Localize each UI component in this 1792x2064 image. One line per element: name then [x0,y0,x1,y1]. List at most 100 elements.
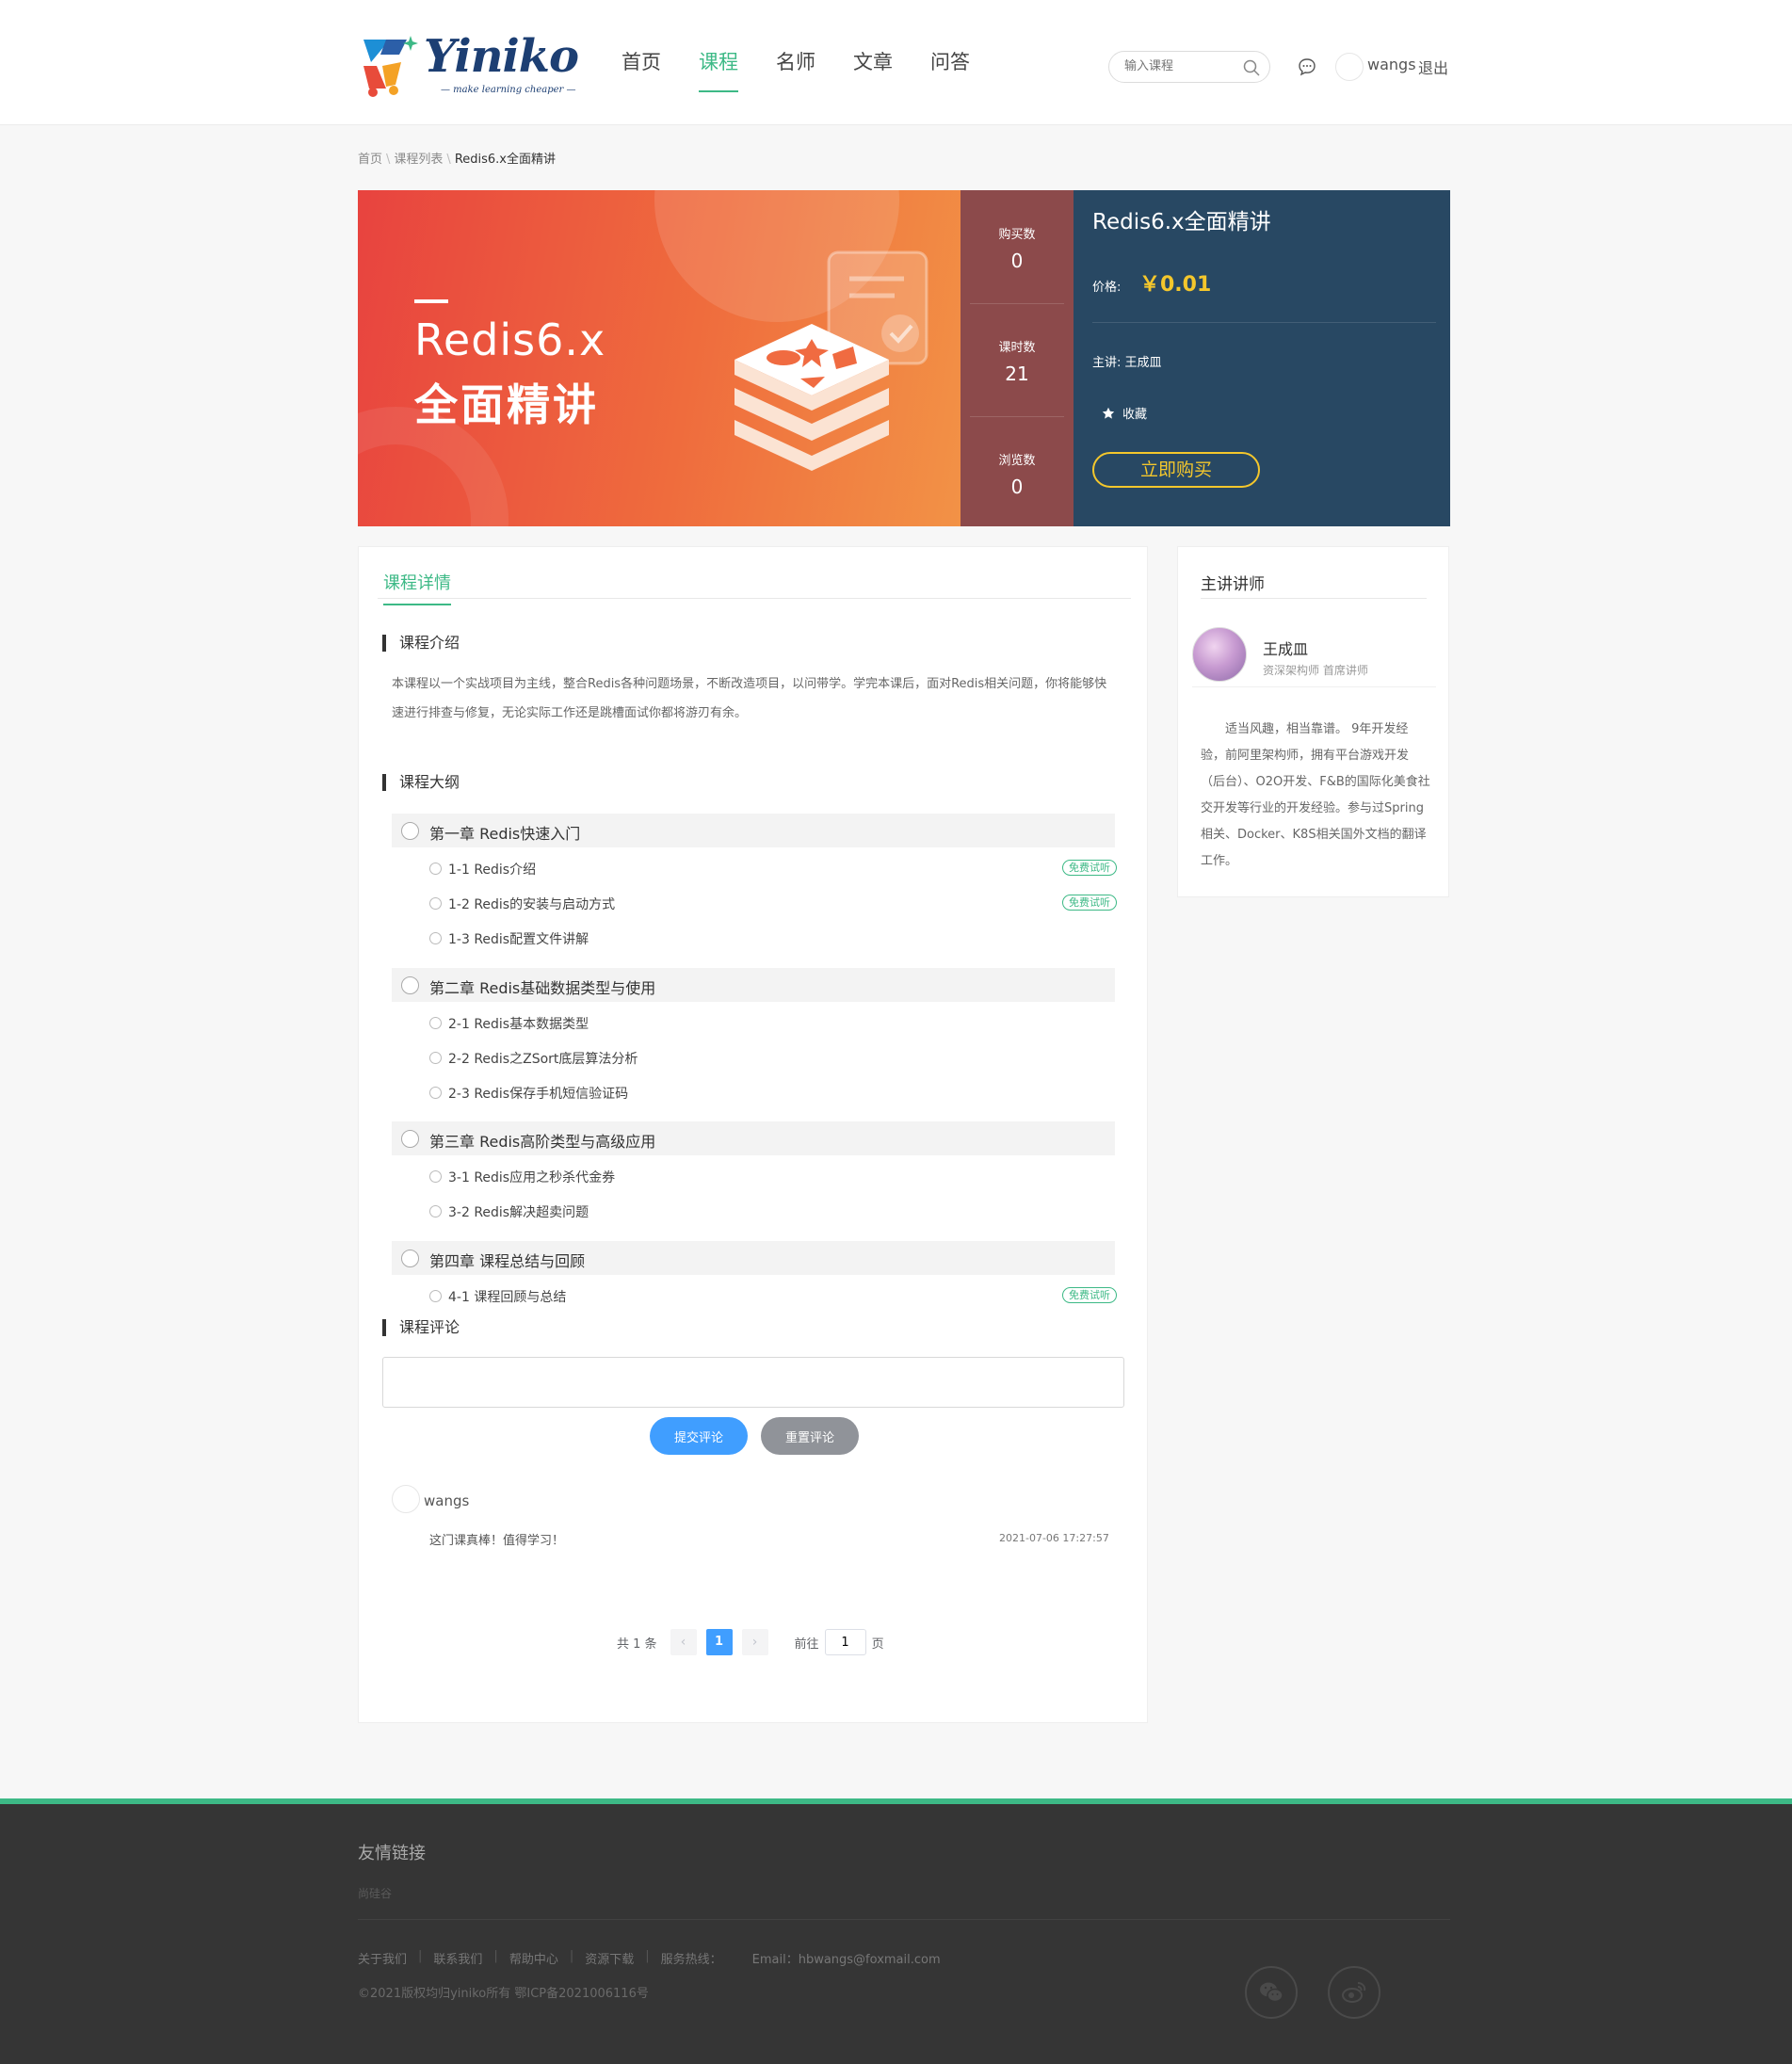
pagination: 共 1 条 ‹ 1 › 前往 页 [617,1628,884,1656]
logout-link[interactable]: 退出 [1418,56,1448,78]
chapter-radio[interactable] [401,976,419,994]
lesson-row[interactable]: 2-2 Redis之ZSort底层算法分析 [429,1048,1117,1067]
lesson-radio[interactable] [429,863,442,875]
chapter-radio[interactable] [401,822,419,840]
wechat-button[interactable] [1245,1966,1298,2019]
tab-course-detail[interactable]: 课程详情 [383,570,451,605]
teacher-avatar [1192,627,1247,682]
footer-separator: | [418,1949,423,1963]
lesson-label: 2-1 Redis基本数据类型 [448,1017,589,1032]
teacher-name: 王成皿 [1263,640,1309,658]
lesson-row[interactable]: 1-3 Redis配置文件讲解 [429,928,1117,947]
nav-item-2[interactable]: 名师 [776,47,815,92]
submit-comment-button[interactable]: 提交评论 [650,1417,748,1455]
search-box[interactable] [1108,51,1270,83]
user-name[interactable]: wangs [1367,56,1416,73]
section-intro-title: 课程介绍 [382,635,460,652]
star-icon [1102,407,1115,419]
stat-lessons: 课时数 21 [998,341,1036,385]
breadcrumb-current: Redis6.x全面精讲 [454,153,556,167]
chapter-row[interactable]: 第二章 Redis基础数据类型与使用 [392,968,1115,1002]
sidebar-title: 主讲讲师 [1201,575,1265,594]
banner-title-line1: Redis6.x [414,314,606,365]
breadcrumb-home[interactable]: 首页 [358,153,382,167]
lesson-radio[interactable] [429,1017,442,1029]
chapter-row[interactable]: 第四章 课程总结与回顾 [392,1241,1115,1275]
lesson-row[interactable]: 1-2 Redis的安装与启动方式 免费试听 [429,894,1117,912]
reset-comment-button[interactable]: 重置评论 [761,1417,859,1455]
breadcrumb-course-list[interactable]: 课程列表 [394,153,443,167]
logo-tagline: — make learning cheaper — [441,85,576,95]
lesson-row[interactable]: 4-1 课程回顾与总结 免费试听 [429,1286,1117,1305]
nav-item-4[interactable]: 问答 [930,47,970,92]
search-icon[interactable] [1243,59,1260,76]
footer-separator: | [493,1949,498,1963]
lesson-radio[interactable] [429,1205,442,1217]
lesson-label: 2-3 Redis保存手机短信验证码 [448,1087,629,1102]
lesson-radio[interactable] [429,1290,442,1302]
teacher-bio: 适当风趣，相当靠谱。 9年开发经验，前阿里架构师，拥有平台游戏开发（后台）、O2… [1201,722,1430,868]
redis-logo-icon [735,250,928,471]
lesson-row[interactable]: 3-1 Redis应用之秒杀代金券 [429,1167,1117,1185]
lesson-radio[interactable] [429,897,442,910]
lesson-radio[interactable] [429,1052,442,1064]
footer-links: 关于我们 | 联系我们 | 帮助中心 | 资源下载 | 服务热线： Email：hbwangs@f… [358,1949,952,1967]
buy-now-button[interactable]: 立即购买 [1092,452,1260,488]
nav-item-0[interactable]: 首页 [622,47,661,92]
lesson-radio[interactable] [429,1087,442,1099]
chapter-radio[interactable] [401,1250,419,1267]
footer-link-0[interactable]: 关于我们 [358,1949,407,1967]
lesson-radio[interactable] [429,932,442,944]
section-outline-title: 课程大纲 [382,774,460,791]
lesson-row[interactable]: 3-2 Redis解决超卖问题 [429,1201,1117,1220]
comment-time: 2021-07-06 17:27:57 [999,1532,1109,1544]
pagination-page-1[interactable]: 1 [705,1629,733,1655]
free-trial-badge[interactable]: 免费试听 [1062,895,1117,911]
friend-link[interactable]: 尚硅谷 [358,1885,392,1901]
chapter-label: 第一章 Redis快速入门 [429,825,581,843]
footer-link-3[interactable]: 资源下载 [585,1949,634,1967]
favorite-button[interactable]: 收藏 [1102,404,1147,422]
lesson-row[interactable]: 2-3 Redis保存手机短信验证码 [429,1083,1117,1102]
site-logo[interactable]: Yiniko — make learning cheaper — [358,30,579,98]
logo-mark-icon [363,36,418,97]
user-avatar[interactable] [1335,53,1364,81]
course-banner: Redis6.x 全面精讲 [358,190,961,526]
chapter-row[interactable]: 第三章 Redis高阶类型与高级应用 [392,1121,1115,1155]
lesson-label: 1-2 Redis的安装与启动方式 [448,897,616,912]
pagination-total: 共 1 条 [617,1637,657,1652]
pagination-prev-button[interactable]: ‹ [670,1629,697,1655]
pagination-goto-input[interactable] [824,1629,866,1655]
chapter-row[interactable]: 第一章 Redis快速入门 [392,814,1115,847]
chat-bubble-icon[interactable] [1298,57,1316,76]
comment-input[interactable] [382,1357,1124,1408]
chapter-label: 第二章 Redis基础数据类型与使用 [429,979,656,997]
weibo-button[interactable] [1328,1966,1380,2019]
free-trial-badge[interactable]: 免费试听 [1062,1287,1117,1303]
nav-item-3[interactable]: 文章 [853,47,893,92]
pagination-page-unit: 页 [871,1637,884,1652]
course-title: Redis6.x全面精讲 [1092,210,1271,234]
search-input[interactable] [1124,59,1237,73]
pagination-next-button[interactable]: › [741,1629,768,1655]
free-trial-badge[interactable]: 免费试听 [1062,860,1117,876]
weibo-icon [1342,1982,1366,2003]
favorite-label: 收藏 [1122,408,1148,422]
lesson-radio[interactable] [429,1170,442,1183]
footer-link-4[interactable]: 服务热线： [661,1949,722,1967]
pagination-goto-label: 前往 [794,1637,819,1652]
course-info-panel: Redis6.x全面精讲 价格: ￥0.01 主讲: 王成皿 收藏 立即购买 [1074,190,1450,526]
price-label: 价格: [1092,281,1122,295]
lesson-row[interactable]: 2-1 Redis基本数据类型 [429,1013,1117,1032]
course-teacher-name: 王成皿 [1124,356,1162,370]
footer-link-1[interactable]: 联系我们 [433,1949,482,1967]
nav-item-1[interactable]: 课程 [699,47,738,92]
chapter-radio[interactable] [401,1130,419,1148]
lesson-label: 1-3 Redis配置文件讲解 [448,932,589,947]
friend-links-title: 友情链接 [358,1844,426,1863]
site-footer: 友情链接 尚硅谷 关于我们 | 联系我们 | 帮助中心 | 资源下载 | 服务热线： Email：… [0,1798,1792,2064]
footer-link-2[interactable]: 帮助中心 [509,1949,558,1967]
lesson-label: 3-2 Redis解决超卖问题 [448,1205,589,1220]
course-teacher: 主讲: 王成皿 [1092,356,1162,370]
lesson-row[interactable]: 1-1 Redis介绍 免费试听 [429,859,1117,878]
